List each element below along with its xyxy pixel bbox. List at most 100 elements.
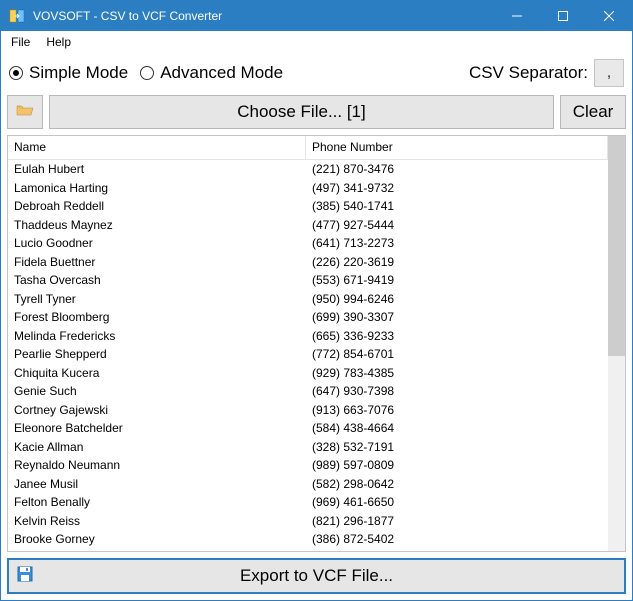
cell-name: Felton Benally — [8, 495, 306, 509]
cell-name: Melinda Fredericks — [8, 329, 306, 343]
choose-file-label: Choose File... [1] — [237, 102, 366, 122]
cell-name: Janee Musil — [8, 477, 306, 491]
table-row[interactable]: Melinda Fredericks(665) 336-9233 — [8, 327, 608, 346]
cell-name: Genie Such — [8, 384, 306, 398]
cell-phone: (647) 930-7398 — [306, 384, 608, 398]
cell-name: Pearlie Shepperd — [8, 347, 306, 361]
folder-open-icon — [16, 102, 34, 122]
cell-name: Forest Bloomberg — [8, 310, 306, 324]
cell-phone: (699) 390-3307 — [306, 310, 608, 324]
table-row[interactable]: Kacie Allman(328) 532-7191 — [8, 438, 608, 457]
table-row[interactable]: Janee Musil(582) 298-0642 — [8, 475, 608, 494]
cell-phone: (497) 341-9732 — [306, 181, 608, 195]
table-row[interactable]: Tasha Overcash(553) 671-9419 — [8, 271, 608, 290]
radio-advanced-mode[interactable]: Advanced Mode — [140, 63, 283, 83]
cell-phone: (950) 994-6246 — [306, 292, 608, 306]
table-area: Name Phone Number Eulah Hubert(221) 870-… — [8, 136, 608, 551]
table-row[interactable]: Pearlie Shepperd(772) 854-6701 — [8, 345, 608, 364]
csv-separator-field[interactable]: , — [594, 59, 624, 87]
cell-name: Thaddeus Maynez — [8, 218, 306, 232]
radio-label: Advanced Mode — [160, 63, 283, 83]
cell-phone: (328) 532-7191 — [306, 440, 608, 454]
file-bar: Choose File... [1] Clear — [1, 95, 632, 135]
table-row[interactable]: Fidela Buettner(226) 220-3619 — [8, 253, 608, 272]
vertical-scrollbar[interactable] — [608, 136, 625, 551]
mode-bar: Simple Mode Advanced Mode CSV Separator:… — [1, 53, 632, 95]
cell-phone: (665) 336-9233 — [306, 329, 608, 343]
radio-icon — [140, 66, 154, 80]
menubar: File Help — [1, 31, 632, 53]
cell-phone: (385) 540-1741 — [306, 199, 608, 213]
table-row[interactable]: Brooke Gorney(386) 872-5402 — [8, 530, 608, 549]
cell-name: Cortney Gajewski — [8, 403, 306, 417]
table-row[interactable]: Thaddeus Maynez(477) 927-5444 — [8, 216, 608, 235]
table-row[interactable]: Felton Benally(969) 461-6650 — [8, 493, 608, 512]
table-row[interactable]: Reynaldo Neumann(989) 597-0809 — [8, 456, 608, 475]
table-row[interactable]: Tyrell Tyner(950) 994-6246 — [8, 290, 608, 309]
cell-phone: (641) 713-2273 — [306, 236, 608, 250]
cell-name: Lamonica Harting — [8, 181, 306, 195]
cell-phone: (772) 854-6701 — [306, 347, 608, 361]
cell-phone: (553) 671-9419 — [306, 273, 608, 287]
cell-phone: (821) 296-1877 — [306, 514, 608, 528]
cell-phone: (386) 872-5402 — [306, 532, 608, 546]
export-label: Export to VCF File... — [9, 566, 624, 586]
cell-phone: (477) 927-5444 — [306, 218, 608, 232]
scrollbar-thumb[interactable] — [608, 136, 625, 356]
choose-file-button[interactable]: Choose File... [1] — [49, 95, 554, 129]
radio-simple-mode[interactable]: Simple Mode — [9, 63, 128, 83]
cell-phone: (913) 663-7076 — [306, 403, 608, 417]
menu-help[interactable]: Help — [40, 33, 77, 51]
table-body: Eulah Hubert(221) 870-3476Lamonica Harti… — [8, 160, 608, 551]
table-row[interactable]: Lamonica Harting(497) 341-9732 — [8, 179, 608, 198]
cell-phone: (221) 870-3476 — [306, 162, 608, 176]
cell-name: Lucio Goodner — [8, 236, 306, 250]
table-row[interactable]: Kelvin Reiss(821) 296-1877 — [8, 512, 608, 531]
table-row[interactable]: Debroah Reddell(385) 540-1741 — [8, 197, 608, 216]
cell-name: Eleonore Batchelder — [8, 421, 306, 435]
app-icon — [9, 8, 25, 24]
close-button[interactable] — [586, 1, 632, 31]
cell-name: Tyrell Tyner — [8, 292, 306, 306]
cell-name: Eulah Hubert — [8, 162, 306, 176]
table-container: Name Phone Number Eulah Hubert(221) 870-… — [7, 135, 626, 552]
cell-phone: (989) 597-0809 — [306, 458, 608, 472]
titlebar[interactable]: VOVSOFT - CSV to VCF Converter — [1, 1, 632, 31]
mode-radiogroup: Simple Mode Advanced Mode — [9, 63, 283, 83]
export-button[interactable]: Export to VCF File... — [7, 558, 626, 594]
table-row[interactable]: Forest Bloomberg(699) 390-3307 — [8, 308, 608, 327]
header-name[interactable]: Name — [8, 136, 306, 159]
clear-button[interactable]: Clear — [560, 95, 626, 129]
save-icon — [17, 566, 33, 587]
table-row[interactable]: Eleonore Batchelder(584) 438-4664 — [8, 419, 608, 438]
export-bar: Export to VCF File... — [1, 552, 632, 600]
cell-phone: (226) 220-3619 — [306, 255, 608, 269]
cell-name: Debroah Reddell — [8, 199, 306, 213]
table-row[interactable]: Lucio Goodner(641) 713-2273 — [8, 234, 608, 253]
table-header: Name Phone Number — [8, 136, 608, 160]
window-title: VOVSOFT - CSV to VCF Converter — [33, 9, 494, 23]
cell-phone: (929) 783-4385 — [306, 366, 608, 380]
cell-phone: (969) 461-6650 — [306, 495, 608, 509]
cell-name: Brooke Gorney — [8, 532, 306, 546]
menu-file[interactable]: File — [5, 33, 36, 51]
clear-label: Clear — [573, 102, 614, 122]
minimize-button[interactable] — [494, 1, 540, 31]
open-file-icon-button[interactable] — [7, 95, 43, 129]
radio-label: Simple Mode — [29, 63, 128, 83]
header-phone[interactable]: Phone Number — [306, 136, 608, 159]
cell-name: Kelvin Reiss — [8, 514, 306, 528]
table-row[interactable]: Cortney Gajewski(913) 663-7076 — [8, 401, 608, 420]
cell-name: Kacie Allman — [8, 440, 306, 454]
cell-name: Fidela Buettner — [8, 255, 306, 269]
table-row[interactable]: Chiquita Kucera(929) 783-4385 — [8, 364, 608, 383]
cell-phone: (584) 438-4664 — [306, 421, 608, 435]
table-row[interactable]: Genie Such(647) 930-7398 — [8, 382, 608, 401]
cell-phone: (582) 298-0642 — [306, 477, 608, 491]
app-window: VOVSOFT - CSV to VCF Converter File Help… — [0, 0, 633, 601]
radio-icon — [9, 66, 23, 80]
maximize-button[interactable] — [540, 1, 586, 31]
table-row[interactable]: Eulah Hubert(221) 870-3476 — [8, 160, 608, 179]
cell-name: Tasha Overcash — [8, 273, 306, 287]
cell-name: Chiquita Kucera — [8, 366, 306, 380]
